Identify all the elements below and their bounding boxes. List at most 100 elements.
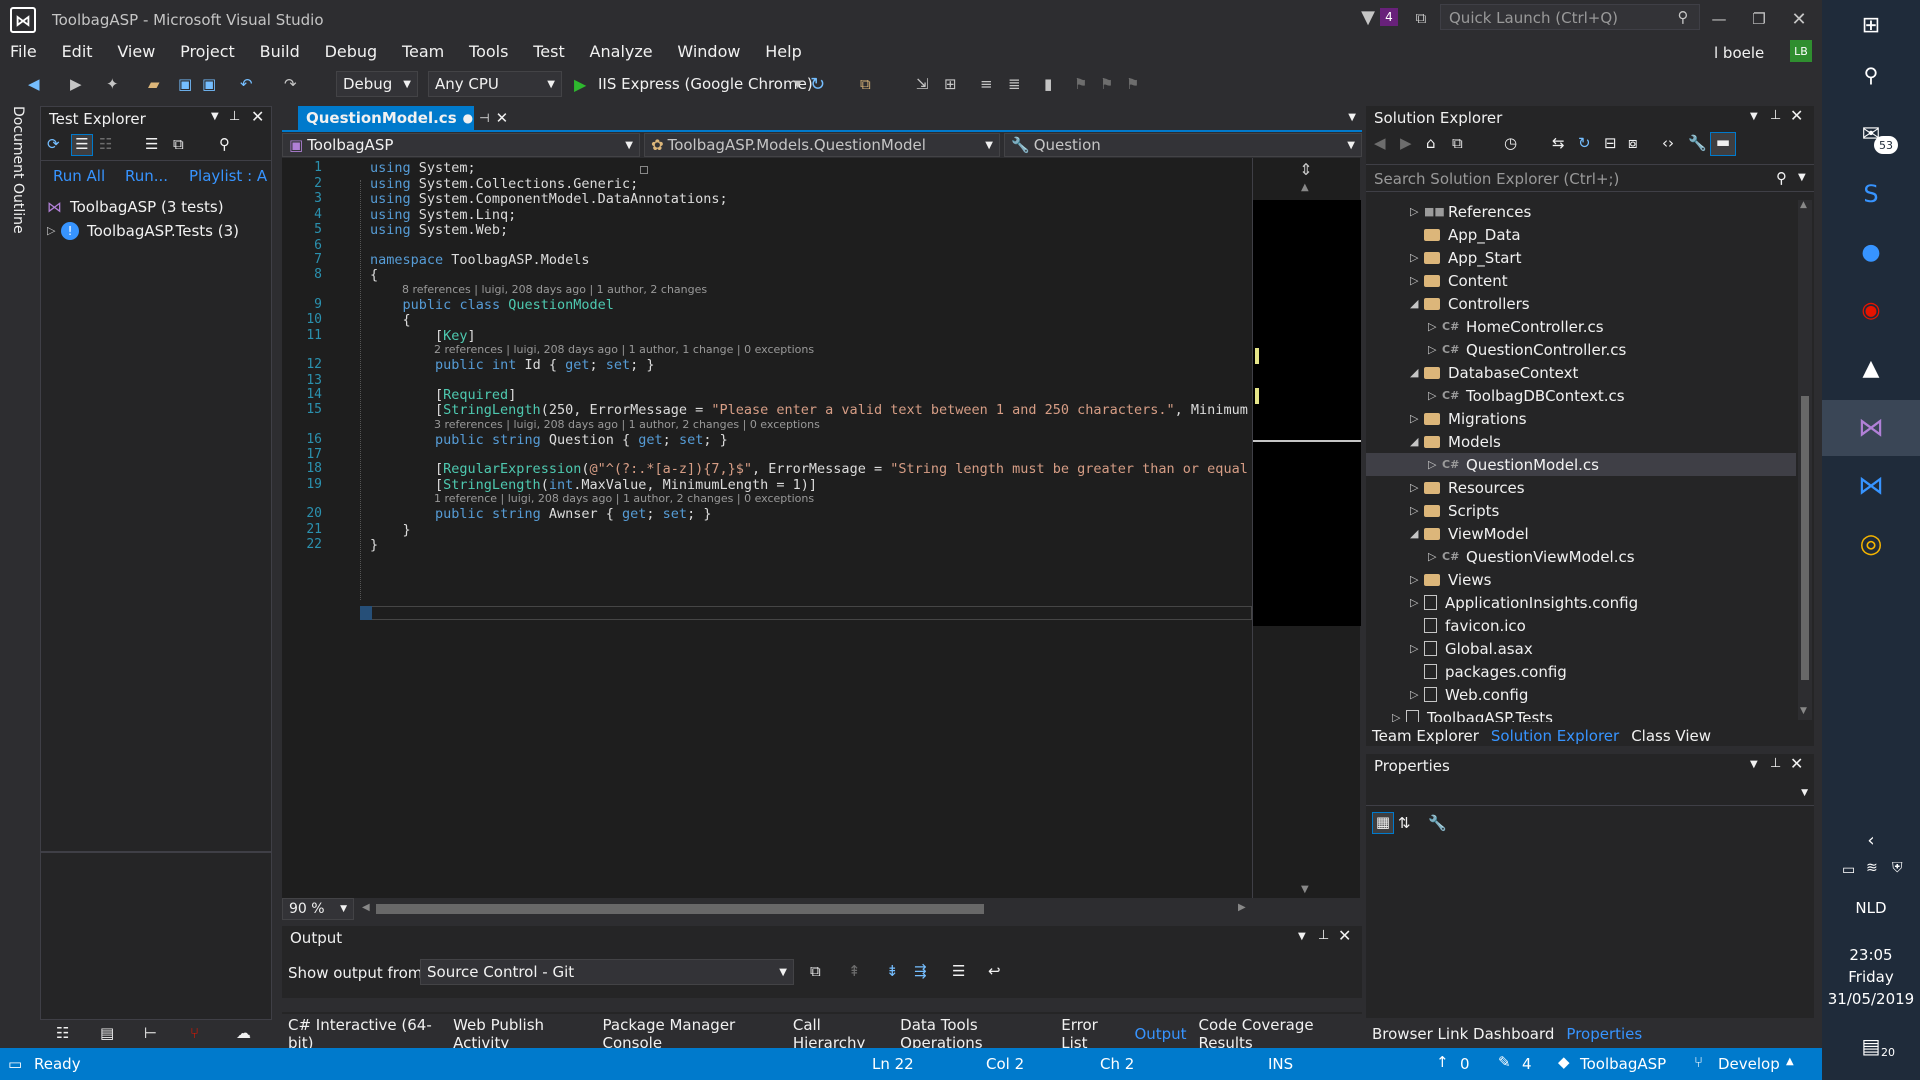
sync-icon[interactable]: ⇆ xyxy=(1552,134,1565,152)
tab-error-list[interactable]: Error List xyxy=(1055,1016,1128,1052)
menu-build[interactable]: Build xyxy=(250,38,310,61)
code-line[interactable]: [Key] xyxy=(370,328,476,344)
security-icon[interactable]: ⛨ xyxy=(1892,860,1903,876)
menu-tools[interactable]: Tools xyxy=(459,38,518,61)
expand-arrow-icon[interactable]: ▷ xyxy=(1410,412,1424,425)
save-icon[interactable]: ▣ xyxy=(178,71,192,97)
tab-solution-explorer[interactable]: Solution Explorer xyxy=(1484,727,1626,745)
restore-icon[interactable]: ❐ xyxy=(1746,6,1772,32)
windows-start-icon[interactable]: ⊞ xyxy=(1822,10,1920,40)
se-scroll-up-icon[interactable]: ▲ xyxy=(1800,200,1807,210)
categorized-icon[interactable]: ▦ xyxy=(1372,812,1394,834)
tree-item[interactable]: ◢ ViewModel xyxy=(1366,522,1796,545)
code-editor[interactable]: 1 using System; 2 using System.Collections.… xyxy=(282,158,1252,898)
action-center-icon[interactable]: ▤ xyxy=(1822,1030,1920,1062)
prev-bookmark-icon[interactable]: ⚑ xyxy=(1074,71,1087,97)
expand-arrow-icon[interactable]: ▷ xyxy=(1410,251,1424,264)
codelens-info[interactable]: 8 references | luigi, 208 days ago | 1 a… xyxy=(402,283,707,296)
tree-item[interactable]: ▷ ToolbagASP.Tests xyxy=(1366,706,1796,722)
mail-icon[interactable]: ✉ xyxy=(1822,116,1920,152)
notification-badge[interactable]: 4 xyxy=(1380,8,1398,26)
menu-analyze[interactable]: Analyze xyxy=(580,38,663,61)
expand-arrow-icon[interactable]: ▷ xyxy=(1392,711,1406,722)
tab-output[interactable]: Output xyxy=(1128,1025,1192,1043)
collapse-arrow-icon[interactable]: ◢ xyxy=(1410,366,1424,379)
skype-icon[interactable]: S xyxy=(1822,176,1920,212)
output-source-select[interactable]: Source Control - Git ▼ xyxy=(420,959,794,985)
tab-pin-icon[interactable]: ⊣ xyxy=(479,111,489,125)
code-line[interactable]: using System.ComponentModel.DataAnnotati… xyxy=(370,191,728,207)
code-line[interactable]: using System.Collections.Generic; xyxy=(370,176,638,192)
expand-arrow-icon[interactable]: ▷ xyxy=(1410,688,1424,701)
solution-icon[interactable]: ⊞ xyxy=(944,71,957,97)
alphabetical-icon[interactable]: ⇅ xyxy=(1398,814,1411,832)
tree-item[interactable]: ▷ ■■ References xyxy=(1366,200,1796,223)
menu-view[interactable]: View xyxy=(107,38,165,61)
filter-icon[interactable]: ▼ xyxy=(1358,7,1378,28)
quick-launch-input[interactable]: Quick Launch (Ctrl+Q) xyxy=(1449,9,1618,27)
tree-item[interactable]: packages.config xyxy=(1366,660,1796,683)
tree-icon[interactable]: ⊢ xyxy=(144,1024,157,1042)
tab-browser-link[interactable]: Browser Link Dashboard xyxy=(1366,1025,1560,1043)
run-all-link[interactable]: Run All xyxy=(53,167,105,185)
collapse-using-icon[interactable] xyxy=(640,166,648,174)
se-menu-icon[interactable]: ▼ xyxy=(1750,111,1758,122)
battery-icon[interactable]: ▭ xyxy=(1842,862,1855,878)
push-icon[interactable]: ↑ xyxy=(1436,1053,1449,1071)
menu-window[interactable]: Window xyxy=(667,38,750,61)
bookmark-icon[interactable]: ▮ xyxy=(1044,71,1052,97)
show-hidden-icons[interactable]: ‹ xyxy=(1822,826,1920,854)
tree-item[interactable]: ▷ App_Start xyxy=(1366,246,1796,269)
scroll-down-icon[interactable]: ▼ xyxy=(1301,884,1309,895)
menu-project[interactable]: Project xyxy=(170,38,245,61)
code-line[interactable]: public class QuestionModel xyxy=(370,297,614,313)
uncomment-icon[interactable]: ≣ xyxy=(1008,71,1021,97)
expand-arrow-icon[interactable]: ▷ xyxy=(1428,458,1442,471)
scroll-right-icon[interactable]: ▶ xyxy=(1238,902,1246,913)
collapse-arrow-icon[interactable]: ◢ xyxy=(1410,527,1424,540)
search-icon[interactable]: ⚲ xyxy=(1673,7,1693,27)
output-close-icon[interactable]: ✕ xyxy=(1338,926,1351,945)
tree-item[interactable]: ▷ Resources xyxy=(1366,476,1796,499)
code-line[interactable]: using System.Linq; xyxy=(370,207,516,223)
se-back-icon[interactable]: ◀ xyxy=(1374,134,1386,152)
find-output-icon[interactable]: ⧉ xyxy=(810,962,821,980)
app-icon[interactable]: ▲ xyxy=(1822,350,1920,386)
pin-icon[interactable]: ⊥ xyxy=(229,109,240,124)
expand-arrow-icon[interactable]: ▷ xyxy=(1428,550,1442,563)
tree-item[interactable]: ▷ C# HomeController.cs xyxy=(1366,315,1796,338)
code-line[interactable]: public int Id { get; set; } xyxy=(370,357,655,373)
test-group-row[interactable]: ⋈ ToolbagASP (3 tests) xyxy=(47,195,224,218)
clock-date[interactable]: 31/05/2019 xyxy=(1822,988,1920,1010)
properties-object-select[interactable]: ▼ xyxy=(1366,782,1814,806)
next-message-icon[interactable]: ⇟ xyxy=(886,962,899,980)
platform-select[interactable]: Any CPU ▼ xyxy=(428,71,562,97)
member-nav-select[interactable]: 🔧 Question ▼ xyxy=(1004,133,1362,157)
expand-arrow-icon[interactable]: ▷ xyxy=(1428,343,1442,356)
code-line[interactable]: [StringLength(250, ErrorMessage = "Pleas… xyxy=(370,402,1248,418)
menu-team[interactable]: Team xyxy=(392,38,454,61)
visual-studio-taskbar-icon[interactable]: ⋈ xyxy=(1822,400,1920,456)
class-nav-select[interactable]: ✿ ToolbagASP.Models.QuestionModel ▼ xyxy=(644,133,1000,157)
expand-arrow-icon[interactable]: ▷ xyxy=(1428,320,1442,333)
tab-code-coverage[interactable]: Code Coverage Results xyxy=(1193,1016,1362,1052)
vscode-taskbar-icon[interactable]: ⋈ xyxy=(1822,466,1920,506)
scroll-left-icon[interactable]: ◀ xyxy=(362,902,370,913)
code-line[interactable]: public string Question { get; set; } xyxy=(370,432,728,448)
collapse-all-icon[interactable]: ⊟ xyxy=(1604,134,1617,152)
se-scroll-down-icon[interactable]: ▼ xyxy=(1800,706,1807,716)
tab-package-manager[interactable]: Package Manager Console xyxy=(597,1016,787,1052)
view-code-icon[interactable]: ‹› xyxy=(1662,134,1674,152)
tree-item[interactable]: ▷ ApplicationInsights.config xyxy=(1366,591,1796,614)
cloud-icon[interactable]: ☁ xyxy=(236,1024,251,1042)
next-bookmark-icon[interactable]: ⚑ xyxy=(1100,71,1113,97)
open-folder-icon[interactable]: ▰ xyxy=(148,71,160,97)
prev-message-icon[interactable]: ⇞ xyxy=(848,962,861,980)
output-pin-icon[interactable]: ⊥ xyxy=(1318,928,1329,943)
tree-item[interactable]: ▷ Web.config xyxy=(1366,683,1796,706)
output-scrollbar[interactable] xyxy=(282,998,1362,1012)
group-by-icon[interactable]: ☰ xyxy=(71,134,93,156)
tab-overflow-icon[interactable]: ▼ xyxy=(1348,112,1356,123)
switch-view-icon[interactable]: ⧉ xyxy=(1452,134,1463,152)
toolbox-icon[interactable]: ▤ xyxy=(100,1024,114,1042)
